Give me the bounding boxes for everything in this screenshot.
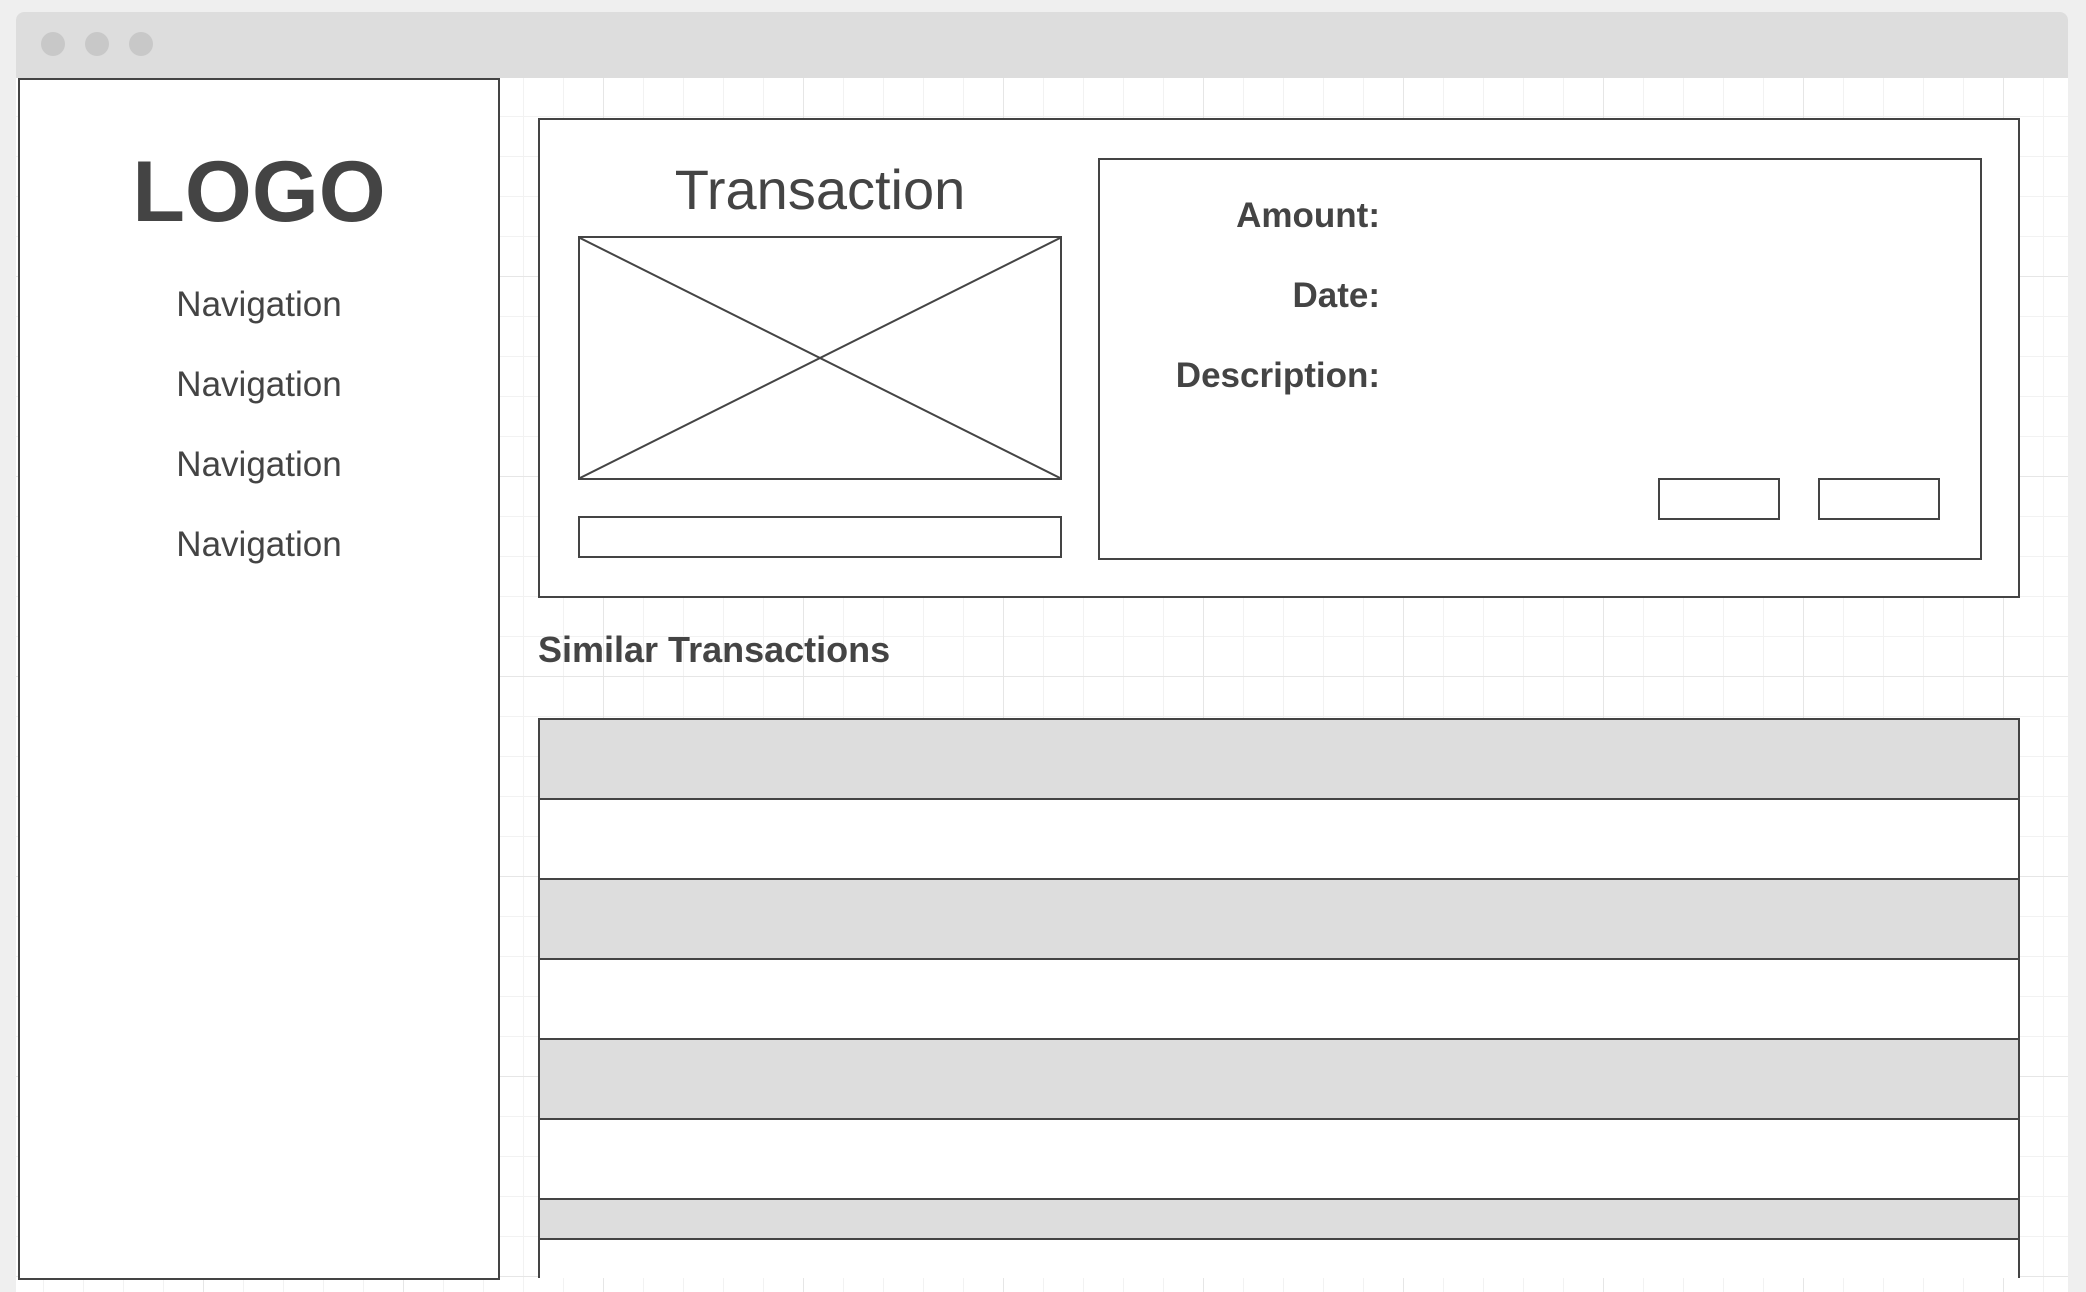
description-label: Description: [1175, 356, 1380, 395]
table-row[interactable] [540, 720, 2018, 800]
browser-window: LOGO Navigation Navigation Navigation Na… [16, 12, 2068, 1292]
similar-transactions-heading: Similar Transactions [538, 629, 891, 670]
amount-label: Amount: [1236, 196, 1380, 235]
transaction-title: Transaction [674, 158, 966, 221]
table-row[interactable] [540, 1240, 2018, 1278]
sidebar-nav-item[interactable]: Navigation [20, 525, 498, 565]
sidebar-nav-item[interactable]: Navigation [20, 365, 498, 405]
window-close-dot[interactable] [41, 32, 65, 56]
table-row[interactable] [540, 1200, 2018, 1240]
image-placeholder-icon [580, 238, 1060, 478]
window-titlebar [16, 12, 2068, 78]
action-button-secondary[interactable] [1818, 478, 1940, 520]
transaction-card: Transaction Amount: Date: Description: [538, 118, 2020, 598]
caption-field [578, 516, 1062, 558]
similar-transactions-table [538, 718, 2020, 1278]
window-minimize-dot[interactable] [85, 32, 109, 56]
image-placeholder [578, 236, 1062, 480]
table-row[interactable] [540, 880, 2018, 960]
table-row[interactable] [540, 800, 2018, 880]
table-row[interactable] [540, 1120, 2018, 1200]
action-button-primary[interactable] [1658, 478, 1780, 520]
sidebar-nav-item[interactable]: Navigation [20, 445, 498, 485]
logo: LOGO [132, 144, 386, 240]
table-row[interactable] [540, 960, 2018, 1040]
table-row[interactable] [540, 1040, 2018, 1120]
sidebar-nav-item[interactable]: Navigation [20, 285, 498, 325]
sidebar: LOGO Navigation Navigation Navigation Na… [18, 78, 500, 1280]
date-label: Date: [1292, 276, 1380, 315]
transaction-details: Amount: Date: Description: [1098, 158, 1982, 560]
window-maximize-dot[interactable] [129, 32, 153, 56]
